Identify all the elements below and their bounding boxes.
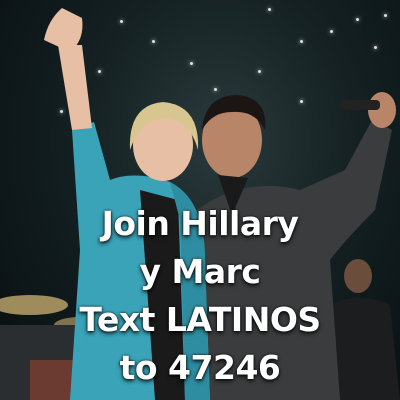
campaign-photo: Join Hillary y Marc Text LATINOS to 4724… (0, 0, 400, 400)
caption-overlay: Join Hillary y Marc Text LATINOS to 4724… (0, 200, 400, 392)
caption-line-2: y Marc (139, 252, 261, 291)
caption-line-4: to 47246 (119, 348, 281, 387)
caption-line-3: Text LATINOS (79, 300, 321, 339)
caption-line-1: Join Hillary (101, 204, 299, 243)
